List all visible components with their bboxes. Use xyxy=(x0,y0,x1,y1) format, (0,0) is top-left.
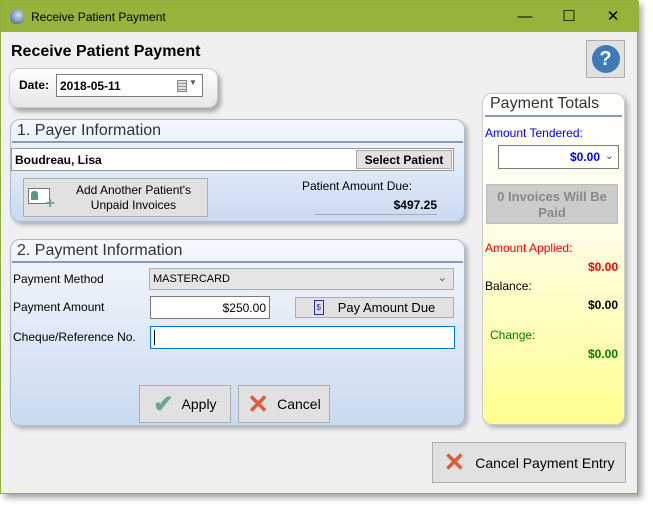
page-title: Receive Patient Payment xyxy=(11,43,201,60)
date-picker[interactable]: 2018-05-11 ▼ xyxy=(56,74,203,97)
minimize-button[interactable]: — xyxy=(513,7,537,27)
pay-amount-due-button[interactable]: $ Pay Amount Due xyxy=(295,297,454,318)
date-panel: Date: 2018-05-11 ▼ xyxy=(9,68,218,108)
payment-method-value: MASTERCARD xyxy=(153,273,231,285)
patient-name-field[interactable]: Boudreau, Lisa Select Patient xyxy=(11,148,454,171)
pay-amount-due-label: Pay Amount Due xyxy=(337,300,436,315)
amount-applied-label: Amount Applied: xyxy=(485,241,573,255)
amount-tendered-select[interactable]: $0.00 ⌄ xyxy=(498,145,619,169)
help-icon: ? xyxy=(591,45,620,73)
calendar-icon[interactable] xyxy=(177,80,187,92)
select-patient-button[interactable]: Select Patient xyxy=(356,150,452,169)
cancel-button[interactable]: ✕ Cancel xyxy=(238,385,330,423)
payment-section-title: 2. Payment Information xyxy=(17,242,183,259)
payer-information-panel: 1. Payer Information Boudreau, Lisa Sele… xyxy=(10,119,465,222)
chevron-down-icon: ⌄ xyxy=(604,150,614,162)
change-label: Change: xyxy=(490,328,536,342)
cancel-payment-entry-label: Cancel Payment Entry xyxy=(475,454,615,471)
payment-method-select[interactable]: MASTERCARD ⌄ xyxy=(149,268,454,290)
select-patient-label: Select Patient xyxy=(364,152,444,167)
app-icon xyxy=(10,9,24,24)
payer-section-title: 1. Payer Information xyxy=(17,122,162,139)
payment-method-label: Payment Method xyxy=(13,272,104,286)
payment-information-panel: 2. Payment Information Payment Method MA… xyxy=(10,239,465,426)
reference-input[interactable] xyxy=(150,326,455,349)
amount-due-label: Patient Amount Due: xyxy=(302,179,413,193)
invoice-icon: $ xyxy=(313,300,324,315)
amount-applied-value: $0.00 xyxy=(587,260,618,274)
invoices-will-be-paid-button[interactable]: 0 Invoices Will Be Paid xyxy=(486,184,618,224)
chevron-down-icon: ▼ xyxy=(189,78,197,87)
apply-label: Apply xyxy=(181,396,217,412)
divider xyxy=(12,261,463,263)
x-icon: ✕ xyxy=(443,447,466,477)
title-bar: Receive Patient Payment — ☐ ✕ xyxy=(1,1,639,32)
date-value: 2018-05-11 xyxy=(60,79,121,93)
text-cursor xyxy=(154,330,155,345)
payment-amount-input[interactable]: $250.00 xyxy=(150,296,270,319)
x-icon: ✕ xyxy=(247,388,270,419)
maximize-button[interactable]: ☐ xyxy=(557,7,581,27)
divider xyxy=(485,115,622,117)
checkmark-icon: ✔ xyxy=(153,390,174,418)
cancel-payment-entry-button[interactable]: ✕ Cancel Payment Entry xyxy=(432,442,626,483)
balance-label: Balance: xyxy=(485,279,532,293)
amount-tendered-value: $0.00 xyxy=(569,150,600,164)
window: Receive Patient Payment — ☐ ✕ Receive Pa… xyxy=(0,0,639,494)
payment-amount-value: $250.00 xyxy=(222,301,266,315)
change-value: $0.00 xyxy=(587,347,618,361)
divider xyxy=(315,214,437,215)
balance-value: $0.00 xyxy=(587,298,618,312)
close-button[interactable]: ✕ xyxy=(601,7,625,27)
apply-button[interactable]: ✔ Apply xyxy=(139,385,231,423)
window-title: Receive Patient Payment xyxy=(31,10,166,24)
cancel-label: Cancel xyxy=(277,396,321,412)
payment-amount-label: Payment Amount xyxy=(13,300,105,314)
amount-tendered-label: Amount Tendered: xyxy=(485,126,583,140)
add-another-label: Add Another Patient's Unpaid Invoices xyxy=(75,182,192,212)
add-another-patient-button[interactable]: + Add Another Patient's Unpaid Invoices xyxy=(23,178,208,217)
totals-title: Payment Totals xyxy=(490,95,600,112)
date-label: Date: xyxy=(19,78,50,92)
help-button[interactable]: ? xyxy=(586,40,625,78)
reference-label: Cheque/Reference No. xyxy=(13,330,136,344)
divider xyxy=(12,141,463,143)
add-contact-icon: + xyxy=(27,186,56,211)
chevron-down-icon: ⌄ xyxy=(437,272,447,284)
amount-due-value: $497.25 xyxy=(393,198,437,212)
patient-name: Boudreau, Lisa xyxy=(15,153,102,167)
payment-totals-panel: Payment Totals Amount Tendered: $0.00 ⌄ … xyxy=(482,93,625,425)
